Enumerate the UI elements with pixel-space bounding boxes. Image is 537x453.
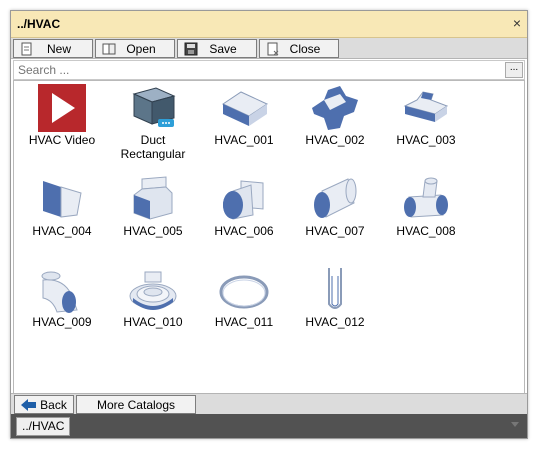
round-duct-icon — [310, 175, 360, 223]
item-label: HVAC_006 — [214, 224, 274, 238]
catalog-item-hvac-002[interactable]: HVAC_002 — [290, 81, 380, 169]
item-label: HVAC_008 — [396, 224, 456, 238]
duct-transition-icon — [37, 175, 87, 223]
browse-button[interactable]: ... — [505, 62, 523, 78]
catalog-item-hvac-001[interactable]: HVAC_001 — [199, 81, 289, 169]
catalog-item-hvac-009[interactable]: HVAC_009 — [17, 263, 107, 351]
item-label: HVAC_002 — [305, 133, 365, 147]
duct-tee-icon — [401, 84, 451, 132]
item-label: HVAC_001 — [214, 133, 274, 147]
save-button-label: Save — [209, 41, 237, 56]
item-label: HVAC_009 — [32, 315, 92, 329]
item-label: HVAC Video — [28, 133, 96, 147]
bottom-bar: Back More Catalogs — [11, 393, 527, 414]
catalog-window: ../HVAC × New Open Save Close Search ...… — [10, 10, 528, 439]
duct-straight-icon — [219, 84, 269, 132]
catalog-item-hvac-006[interactable]: HVAC_006 — [199, 172, 289, 260]
item-label: Duct Rectangular — [120, 133, 186, 161]
diffuser-icon — [128, 266, 178, 314]
catalog-item-hvac-008[interactable]: HVAC_008 — [381, 172, 471, 260]
window-title: ../HVAC — [17, 17, 61, 31]
catalog-item-hvac-video[interactable]: HVAC Video — [17, 81, 107, 169]
catalog-item-duct-rectangular[interactable]: Duct Rectangular — [108, 81, 198, 169]
item-label: HVAC_007 — [305, 224, 365, 238]
close-window-icon[interactable]: × — [513, 15, 521, 31]
close-document-icon — [266, 42, 280, 56]
duct-cross-icon — [310, 84, 360, 132]
close-button[interactable]: Close — [259, 39, 339, 58]
item-label: HVAC_005 — [123, 224, 183, 238]
back-button-label: Back — [40, 397, 67, 412]
catalog-grid: HVAC Video Duct Rectangular HVAC_001 HVA… — [13, 80, 525, 394]
search-bar: ... — [13, 60, 525, 80]
close-button-label: Close — [289, 41, 321, 56]
new-button[interactable]: New — [13, 39, 93, 58]
breadcrumb[interactable]: ../HVAC — [16, 417, 71, 436]
save-disk-icon — [184, 42, 198, 56]
item-label: HVAC_011 — [214, 315, 274, 329]
catalog-item-hvac-003[interactable]: HVAC_003 — [381, 81, 471, 169]
round-tee-icon — [401, 175, 451, 223]
catalog-item-hvac-011[interactable]: HVAC_011 — [199, 263, 289, 351]
round-elbow-icon — [37, 266, 87, 314]
duct-clamp-ring-icon — [219, 266, 269, 314]
new-document-icon — [20, 42, 34, 56]
open-button[interactable]: Open — [95, 39, 175, 58]
item-label: HVAC_010 — [123, 315, 183, 329]
catalog-item-hvac-010[interactable]: HVAC_010 — [108, 263, 198, 351]
catalog-item-hvac-004[interactable]: HVAC_004 — [17, 172, 107, 260]
more-catalogs-button[interactable]: More Catalogs — [76, 395, 196, 414]
new-button-label: New — [46, 41, 71, 56]
duct-round-transition-icon — [219, 175, 269, 223]
save-button[interactable]: Save — [177, 39, 257, 58]
path-bar: ../HVAC — [11, 414, 527, 438]
catalog-item-hvac-005[interactable]: HVAC_005 — [108, 172, 198, 260]
video-play-icon — [37, 84, 87, 132]
item-label: HVAC_003 — [396, 133, 456, 147]
item-label: HVAC_004 — [32, 224, 92, 238]
open-button-label: Open — [126, 41, 156, 56]
more-catalogs-label: More Catalogs — [96, 397, 176, 412]
hanger-strap-icon — [310, 266, 360, 314]
duct-offset-icon — [128, 175, 178, 223]
back-arrow-icon — [21, 398, 37, 411]
catalog-item-hvac-012[interactable]: HVAC_012 — [290, 263, 380, 351]
duct-rectangular-icon — [128, 84, 178, 132]
toolbar: New Open Save Close — [11, 38, 527, 59]
path-dropdown-icon[interactable] — [511, 422, 519, 427]
item-label: HVAC_012 — [305, 315, 365, 329]
search-input[interactable] — [14, 61, 502, 79]
open-book-icon — [102, 42, 116, 56]
back-button[interactable]: Back — [14, 395, 74, 414]
title-bar: ../HVAC × — [11, 11, 527, 38]
catalog-item-hvac-007[interactable]: HVAC_007 — [290, 172, 380, 260]
